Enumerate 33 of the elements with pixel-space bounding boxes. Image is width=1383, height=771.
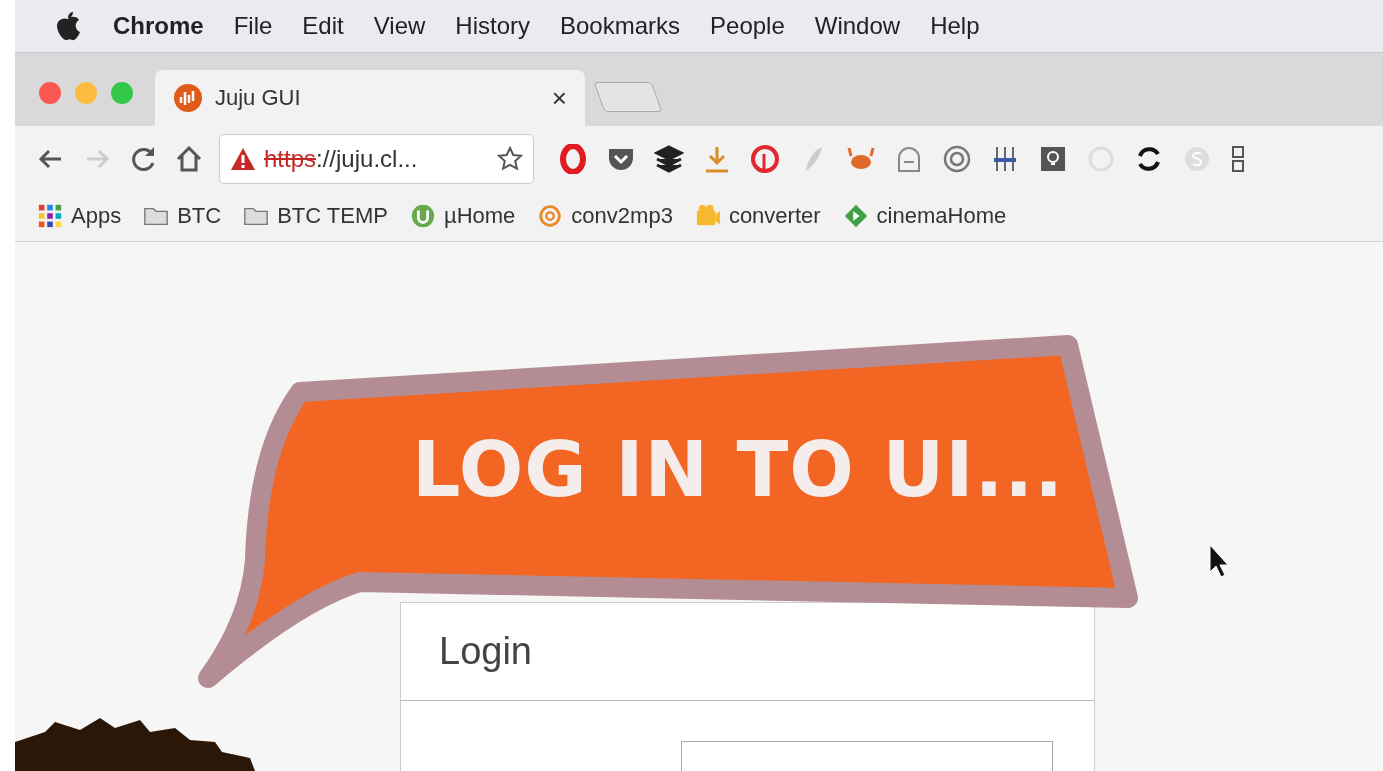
- menu-item[interactable]: View: [373, 12, 426, 40]
- menu-item[interactable]: Bookmarks: [560, 12, 681, 40]
- close-window-icon[interactable]: [39, 82, 61, 104]
- app-menu[interactable]: Chrome: [113, 12, 204, 40]
- apps-grid-icon: [37, 203, 63, 229]
- menu-item[interactable]: File: [233, 12, 273, 40]
- apple-logo-icon[interactable]: [55, 11, 81, 41]
- bookmark-link[interactable]: conv2mp3: [571, 203, 673, 229]
- bookmark-link[interactable]: µHome: [444, 203, 516, 229]
- menu-item[interactable]: Window: [814, 12, 901, 40]
- browser-tab[interactable]: Juju GUI ×: [155, 70, 585, 126]
- bookmark-link[interactable]: BTC TEMP: [277, 203, 388, 229]
- menu-item[interactable]: People: [710, 12, 785, 40]
- menu-item[interactable]: Edit: [302, 12, 344, 40]
- spiral-circle-icon: [537, 203, 564, 229]
- bookmark-link[interactable]: cinemaHome: [876, 203, 1007, 229]
- layers-icon[interactable]: [654, 143, 684, 174]
- close-tab-button[interactable]: ×: [551, 82, 567, 114]
- bookmark-link[interactable]: Apps: [71, 203, 122, 229]
- address-field[interactable]: https://juju.cl...: [219, 133, 534, 184]
- pin-icon[interactable]: [750, 143, 780, 174]
- tab-favicon-icon: [173, 83, 203, 113]
- login-title: Login: [439, 630, 532, 673]
- play-diamond-icon: [842, 203, 869, 229]
- bookmark-link[interactable]: BTC: [177, 203, 222, 229]
- bookmark-link[interactable]: converter: [728, 203, 821, 229]
- mouse-cursor-icon: [1209, 544, 1229, 578]
- spiral-icon[interactable]: [942, 143, 972, 174]
- star-icon[interactable]: [497, 145, 523, 172]
- menu-item[interactable]: History: [455, 12, 530, 40]
- ring-icon[interactable]: [558, 143, 588, 174]
- bubble-text: LOG IN TO UI...: [412, 425, 1065, 514]
- menu-item[interactable]: Help: [930, 12, 980, 40]
